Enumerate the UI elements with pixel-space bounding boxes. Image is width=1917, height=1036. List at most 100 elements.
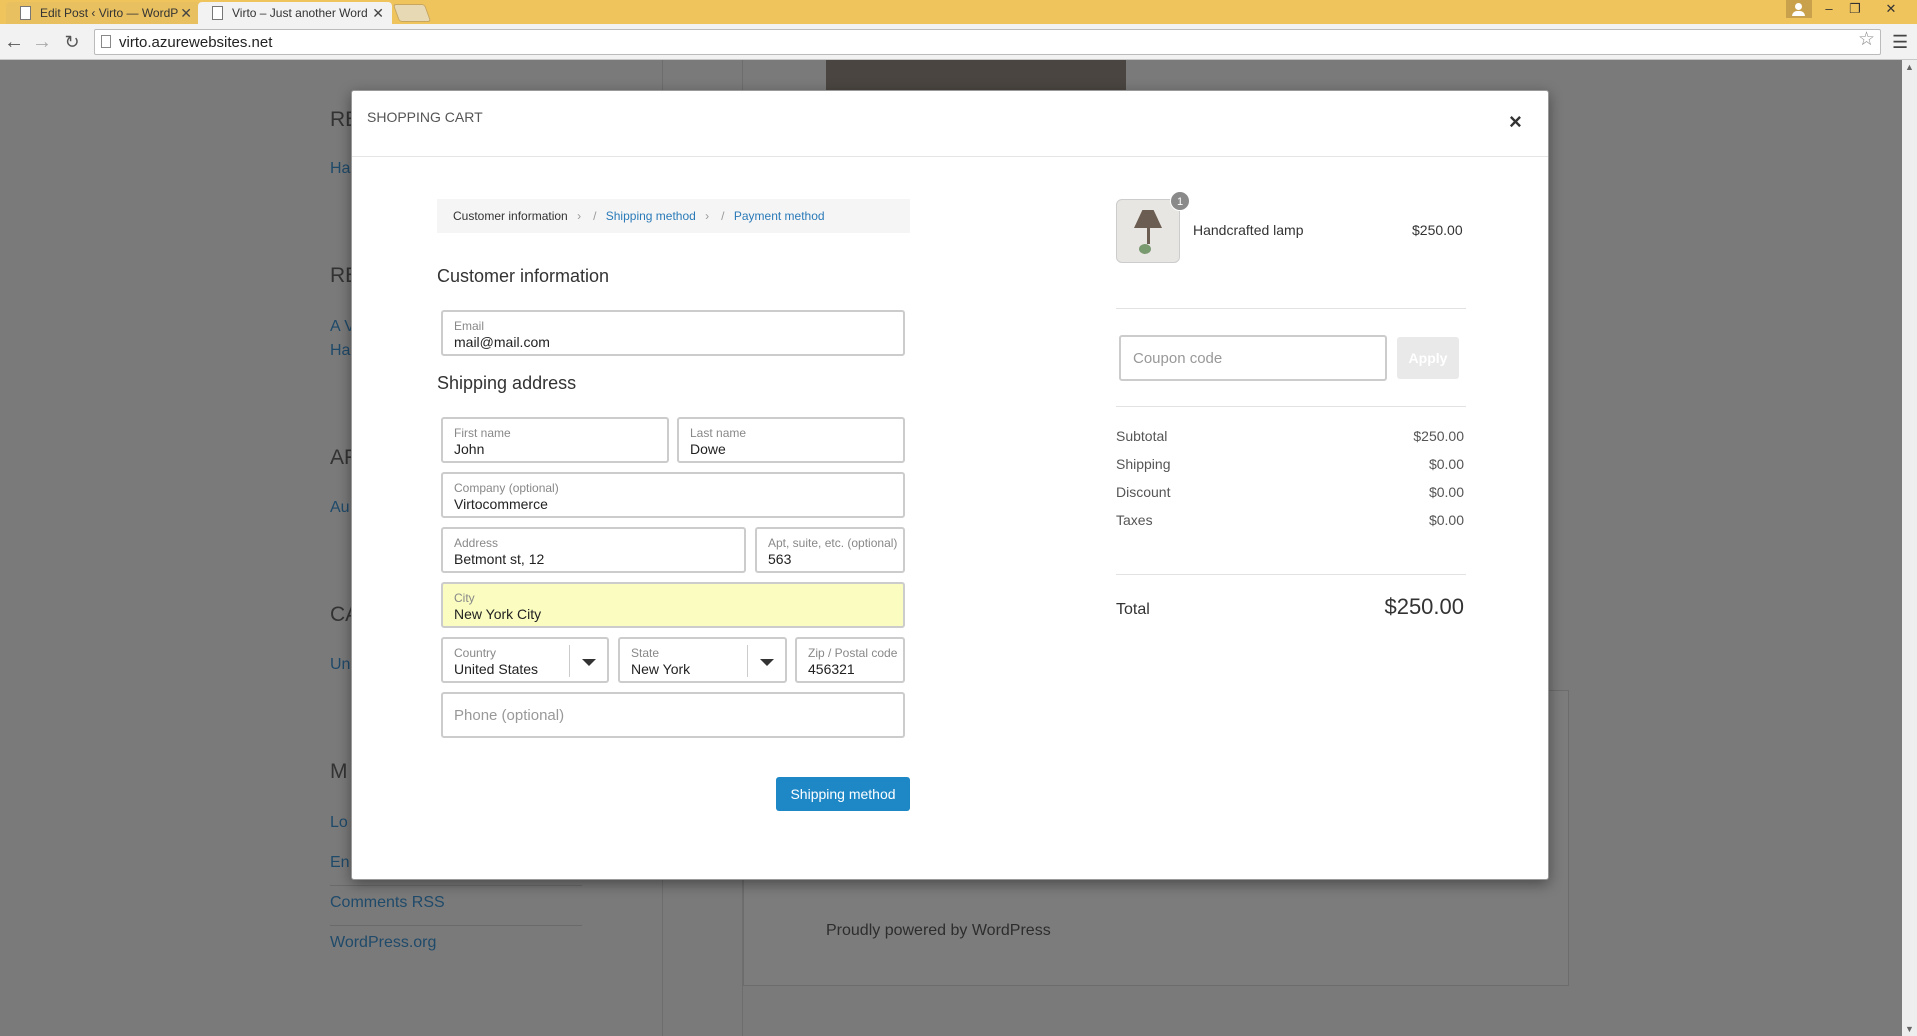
apply-coupon-button[interactable]: Apply — [1397, 337, 1459, 379]
zip-value: 456321 — [808, 661, 855, 677]
last-name-field[interactable]: Last name Dowe — [677, 417, 905, 463]
modal-header: SHOPPING CART × — [352, 91, 1548, 157]
browser-titlebar: Edit Post ‹ Virto — WordP ✕ Virto – Just… — [0, 0, 1917, 24]
widget-link[interactable]: En — [330, 854, 350, 872]
widget-link[interactable]: Ha — [330, 342, 350, 360]
address-bar[interactable]: virto.azurewebsites.net — [94, 29, 1881, 55]
browser-toolbar: ← → ↻ virto.azurewebsites.net ☆ ☰ — [0, 24, 1917, 60]
user-profile-icon[interactable] — [1786, 0, 1812, 18]
apt-value: 563 — [768, 551, 792, 567]
state-value: New York — [631, 661, 691, 677]
zip-field[interactable]: Zip / Postal code 456321 — [795, 637, 905, 683]
menu-icon[interactable]: ☰ — [1892, 30, 1908, 54]
first-name-label: First name — [454, 426, 511, 440]
country-value: United States — [454, 661, 539, 677]
coupon-placeholder: Coupon code — [1133, 350, 1223, 367]
lamp-stem — [1147, 228, 1150, 244]
total-label: Total — [1116, 601, 1150, 618]
forward-icon[interactable]: → — [30, 30, 54, 54]
restore-icon[interactable]: ❐ — [1842, 0, 1868, 20]
document-icon — [212, 6, 223, 20]
caret-down-icon — [760, 659, 774, 666]
tab-title: Virto – Just another Word — [232, 6, 368, 20]
close-tab-icon[interactable]: ✕ — [372, 2, 384, 24]
first-name-field[interactable]: First name John — [441, 417, 669, 463]
breadcrumb-payment-method[interactable]: Payment method — [734, 209, 825, 223]
taxes-label: Taxes — [1116, 512, 1153, 528]
minimize-icon[interactable]: ‒ — [1816, 0, 1842, 20]
state-label: State — [631, 646, 660, 660]
divider — [330, 885, 582, 886]
state-select[interactable]: State New York — [618, 637, 787, 683]
scroll-up-icon[interactable]: ▲ — [1905, 62, 1914, 72]
address-label: Address — [454, 536, 499, 550]
close-tab-icon[interactable]: ✕ — [180, 2, 192, 24]
scroll-down-icon[interactable]: ▼ — [1905, 1024, 1914, 1034]
widget-link[interactable]: Ha — [330, 160, 350, 178]
divider — [330, 925, 582, 926]
document-icon — [20, 6, 31, 20]
new-tab-button[interactable] — [392, 4, 432, 22]
breadcrumb-customer-information[interactable]: Customer information — [453, 209, 568, 223]
widget-link[interactable]: Au — [330, 499, 350, 517]
divider — [1116, 406, 1466, 407]
subtotal-value: $250.00 — [1413, 428, 1464, 444]
discount-label: Discount — [1116, 484, 1171, 500]
widget-link[interactable]: Un — [330, 656, 350, 674]
window-close-icon[interactable]: ✕ — [1878, 0, 1904, 20]
widget-link[interactable]: Lo — [330, 814, 348, 832]
discount-value: $0.00 — [1428, 484, 1464, 500]
shipping-method-button[interactable]: Shipping method — [776, 777, 910, 811]
city-label: City — [454, 591, 475, 605]
reload-icon[interactable]: ↻ — [60, 30, 84, 54]
select-divider — [569, 645, 570, 677]
apt-field[interactable]: Apt, suite, etc. (optional) 563 — [755, 527, 905, 573]
coupon-code-input[interactable]: Coupon code — [1119, 335, 1387, 381]
total-value: $250.00 — [1384, 594, 1464, 619]
lamp-shade — [1134, 210, 1162, 228]
wordpress-org-link[interactable]: WordPress.org — [330, 934, 436, 952]
city-value: New York City — [454, 606, 542, 622]
email-field[interactable]: Email mail@mail.com — [441, 310, 905, 356]
plant-decoration — [1139, 244, 1151, 254]
apt-label: Apt, suite, etc. (optional) — [768, 536, 897, 550]
checkout-breadcrumb: Customer information › / Shipping method … — [437, 199, 910, 233]
subtotal-label: Subtotal — [1116, 428, 1168, 444]
zip-label: Zip / Postal code — [808, 646, 897, 660]
breadcrumb-separator: / — [593, 209, 597, 223]
divider — [1116, 308, 1466, 309]
browser-tab-edit-post[interactable]: Edit Post ‹ Virto — WordP ✕ — [6, 2, 200, 24]
first-name-value: John — [454, 441, 485, 457]
bookmark-star-icon[interactable]: ☆ — [1858, 28, 1875, 52]
url-text: virto.azurewebsites.net — [119, 34, 273, 51]
address-field[interactable]: Address Betmont st, 12 — [441, 527, 746, 573]
caret-down-icon — [582, 659, 596, 666]
email-label: Email — [454, 319, 485, 333]
chevron-right-icon: › — [705, 209, 710, 223]
breadcrumb-shipping-method[interactable]: Shipping method — [606, 209, 696, 223]
tab-title: Edit Post ‹ Virto — WordP — [40, 6, 179, 20]
shipping-value: $0.00 — [1428, 456, 1464, 472]
customer-information-heading: Customer information — [437, 266, 610, 286]
shopping-cart-modal: SHOPPING CART × Customer information › / … — [351, 90, 1549, 880]
city-field[interactable]: City New York City — [441, 582, 905, 628]
taxes-value: $0.00 — [1428, 512, 1464, 528]
close-icon[interactable]: × — [1509, 111, 1522, 133]
email-value: mail@mail.com — [454, 334, 550, 350]
last-name-value: Dowe — [690, 441, 726, 457]
featured-image — [826, 60, 1126, 90]
shipping-address-heading: Shipping address — [437, 373, 577, 393]
product-thumbnail — [1116, 199, 1180, 263]
page-scrollbar[interactable]: ▲ ▼ — [1902, 60, 1917, 1036]
back-icon[interactable]: ← — [2, 30, 26, 54]
shipping-label: Shipping — [1116, 456, 1171, 472]
comments-rss-link[interactable]: Comments RSS — [330, 894, 445, 912]
address-value: Betmont st, 12 — [454, 551, 545, 567]
company-value: Virtocommerce — [454, 496, 548, 512]
chevron-right-icon: › — [577, 209, 582, 223]
browser-tab-virto[interactable]: Virto – Just another Word ✕ — [198, 2, 392, 24]
phone-field[interactable]: Phone (optional) — [441, 692, 905, 738]
product-name: Handcrafted lamp — [1193, 222, 1304, 238]
country-select[interactable]: Country United States — [441, 637, 609, 683]
company-field[interactable]: Company (optional) Virtocommerce — [441, 472, 905, 518]
